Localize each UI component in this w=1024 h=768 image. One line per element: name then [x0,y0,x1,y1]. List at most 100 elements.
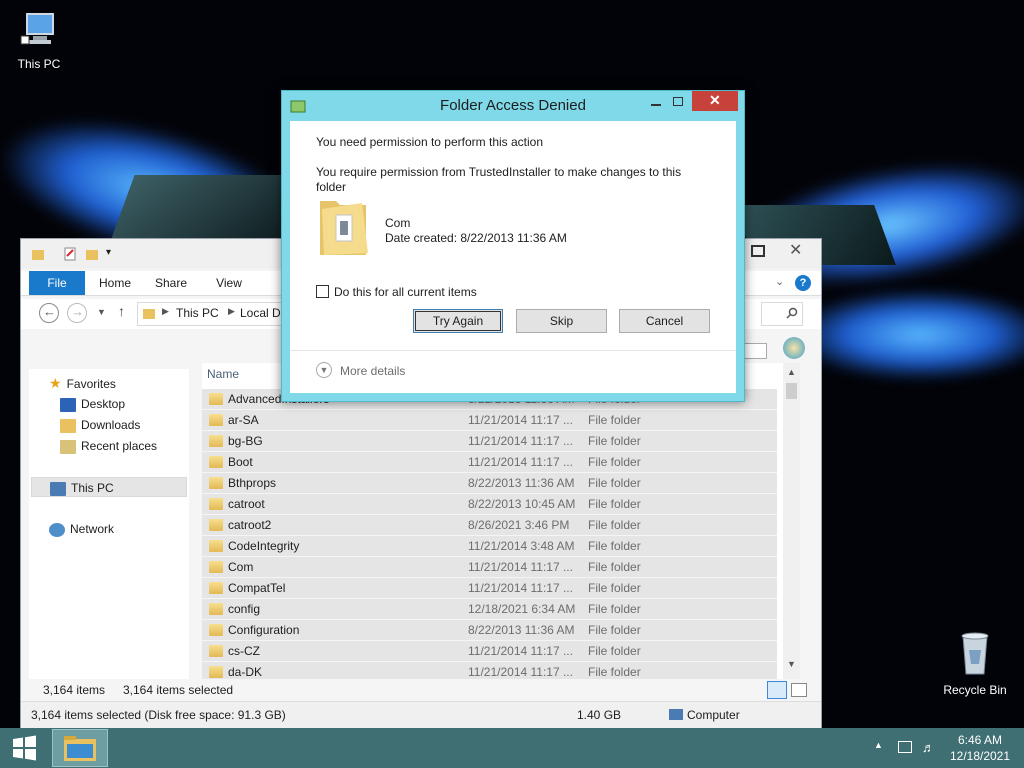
try-again-button[interactable]: Try Again [413,309,503,333]
up-button[interactable]: ↑ [118,303,125,319]
computer-icon [50,481,66,496]
file-explorer-icon [64,736,96,761]
nav-network[interactable]: Network [49,519,114,539]
properties-icon[interactable] [63,247,77,261]
large-icons-view-icon[interactable] [791,683,807,697]
customize-qat-chevron-icon[interactable]: ▾ [106,247,111,258]
nav-downloads[interactable]: Downloads [60,415,140,435]
back-arrow-icon: ← [43,304,56,319]
file-name: bg-BG [228,434,263,448]
help-icon[interactable]: ? [795,275,811,291]
more-details-toggle[interactable]: More details [340,364,405,378]
folder-name: Com [385,216,411,230]
table-row[interactable]: bg-BG 11/21/2014 11:17 ... File folder [202,431,777,452]
volume-muted-icon[interactable]: ♬ [922,740,935,755]
table-row[interactable]: Com 11/21/2014 11:17 ... File folder [202,557,777,578]
file-name: Bthprops [228,476,277,490]
table-row[interactable]: cs-CZ 11/21/2014 11:17 ... File folder [202,641,777,662]
table-row[interactable]: da-DK 11/21/2014 11:17 ... File folder [202,662,777,679]
search-icon [786,307,798,319]
nav-label: Downloads [81,418,141,432]
nav-recent-places[interactable]: Recent places [60,436,157,456]
folder-icon [209,435,223,447]
dialog-heading: You need permission to perform this acti… [316,135,544,149]
maximize-button[interactable] [672,95,686,109]
file-date: 8/22/2013 11:36 AM [468,476,575,490]
minimize-button[interactable] [650,95,664,109]
apply-to-all-checkbox[interactable] [316,285,329,298]
shell-app-icon[interactable] [783,337,805,359]
recent-places-icon [60,439,76,454]
details-bar: 3,164 items selected (Disk free space: 9… [21,701,821,728]
folder-icon [320,201,368,255]
start-button[interactable] [6,734,42,762]
file-type: File folder [588,602,641,616]
details-view-icon[interactable] [767,681,787,699]
table-row[interactable]: ar-SA 11/21/2014 11:17 ... File folder [202,410,777,431]
network-icon [49,522,65,537]
clock-time[interactable]: 6:46 AM [940,733,1020,747]
vertical-scrollbar[interactable]: ▲ ▼ [783,363,800,679]
navigation-pane: ★ Favorites Desktop Downloads Recent plac… [29,369,189,679]
tab-home[interactable]: Home [95,271,135,295]
network-icon[interactable] [898,741,912,753]
folder-icon [32,250,44,260]
cancel-button[interactable]: Cancel [619,309,710,333]
table-row[interactable]: CompatTel 11/21/2014 11:17 ... File folder [202,578,777,599]
taskbar-file-explorer[interactable] [52,729,108,767]
desktop-icon-this-pc[interactable]: This PC [4,10,74,71]
preview-pane-icon[interactable] [743,343,767,359]
table-row[interactable]: CodeIntegrity 11/21/2014 3:48 AM File fold… [202,536,777,557]
clock-date[interactable]: 12/18/2021 [940,749,1020,763]
expand-ribbon-icon[interactable]: ⌄ [775,275,784,288]
nav-this-pc[interactable]: This PC [31,477,187,497]
table-row[interactable]: catroot 8/22/2013 10:45 AM File folder [202,494,777,515]
file-date: 8/22/2013 10:45 AM [468,497,576,511]
dialog-body: You need permission to perform this acti… [290,121,736,393]
scrollbar-thumb[interactable] [786,383,797,399]
folder-icon [209,666,223,678]
close-button[interactable]: ✕ [771,240,817,262]
file-date: 11/21/2014 11:17 ... [468,644,573,658]
search-input[interactable] [761,302,803,326]
file-name: catroot [228,497,265,511]
forward-button[interactable]: → [67,303,87,323]
nav-desktop[interactable]: Desktop [60,394,125,414]
computer-icon [20,13,54,45]
file-date: 11/21/2014 3:48 AM [468,539,575,553]
tab-view[interactable]: View [209,271,249,295]
desktop-icon-label: This PC [17,57,61,71]
breadcrumb-this-pc[interactable]: This PC [176,306,219,320]
expand-chevron-icon[interactable]: ▼ [316,362,332,378]
table-row[interactable]: config 12/18/2021 6:34 AM File folder [202,599,777,620]
table-row[interactable]: Boot 11/21/2014 11:17 ... File folder [202,452,777,473]
recent-locations-chevron-icon[interactable]: ▼ [97,307,106,317]
desktop-icon-recycle-bin[interactable]: Recycle Bin [940,630,1010,697]
file-name: CodeIntegrity [228,539,300,553]
dialog-close-button[interactable]: ✕ [692,91,738,111]
desktop-icon [60,397,76,412]
skip-button[interactable]: Skip [516,309,607,333]
table-row[interactable]: Configuration 8/22/2013 11:36 AM File fold… [202,620,777,641]
table-row[interactable]: Bthprops 8/22/2013 11:36 AM File folder [202,473,777,494]
back-button[interactable]: ← [39,303,59,323]
tab-file[interactable]: File [29,271,85,295]
show-hidden-icons-icon[interactable]: ▲ [874,740,883,750]
apply-to-all-label[interactable]: Do this for all current items [334,285,477,299]
nav-favorites[interactable]: ★ Favorites [49,373,116,393]
new-folder-icon[interactable] [85,247,99,261]
scroll-up-icon[interactable]: ▲ [787,367,796,377]
file-name: config [228,602,261,616]
breadcrumb-local-disk[interactable]: Local Di [240,306,283,320]
folder-icon [209,477,223,489]
column-header-name[interactable]: Name [207,367,239,381]
table-row[interactable]: catroot2 8/26/2021 3:46 PM File folder [202,515,777,536]
selection-details: 3,164 items selected (Disk free space: 9… [31,708,286,722]
file-date: 12/18/2021 6:34 AM [468,602,576,616]
folder-icon [209,414,223,426]
scroll-down-icon[interactable]: ▼ [787,659,796,669]
file-list: Name AdvancedInstallers8/22/2013 11:36 A… [202,363,800,679]
file-date: 11/21/2014 11:17 ... [468,581,573,595]
tab-share[interactable]: Share [151,271,191,295]
file-name: Configuration [228,623,300,637]
